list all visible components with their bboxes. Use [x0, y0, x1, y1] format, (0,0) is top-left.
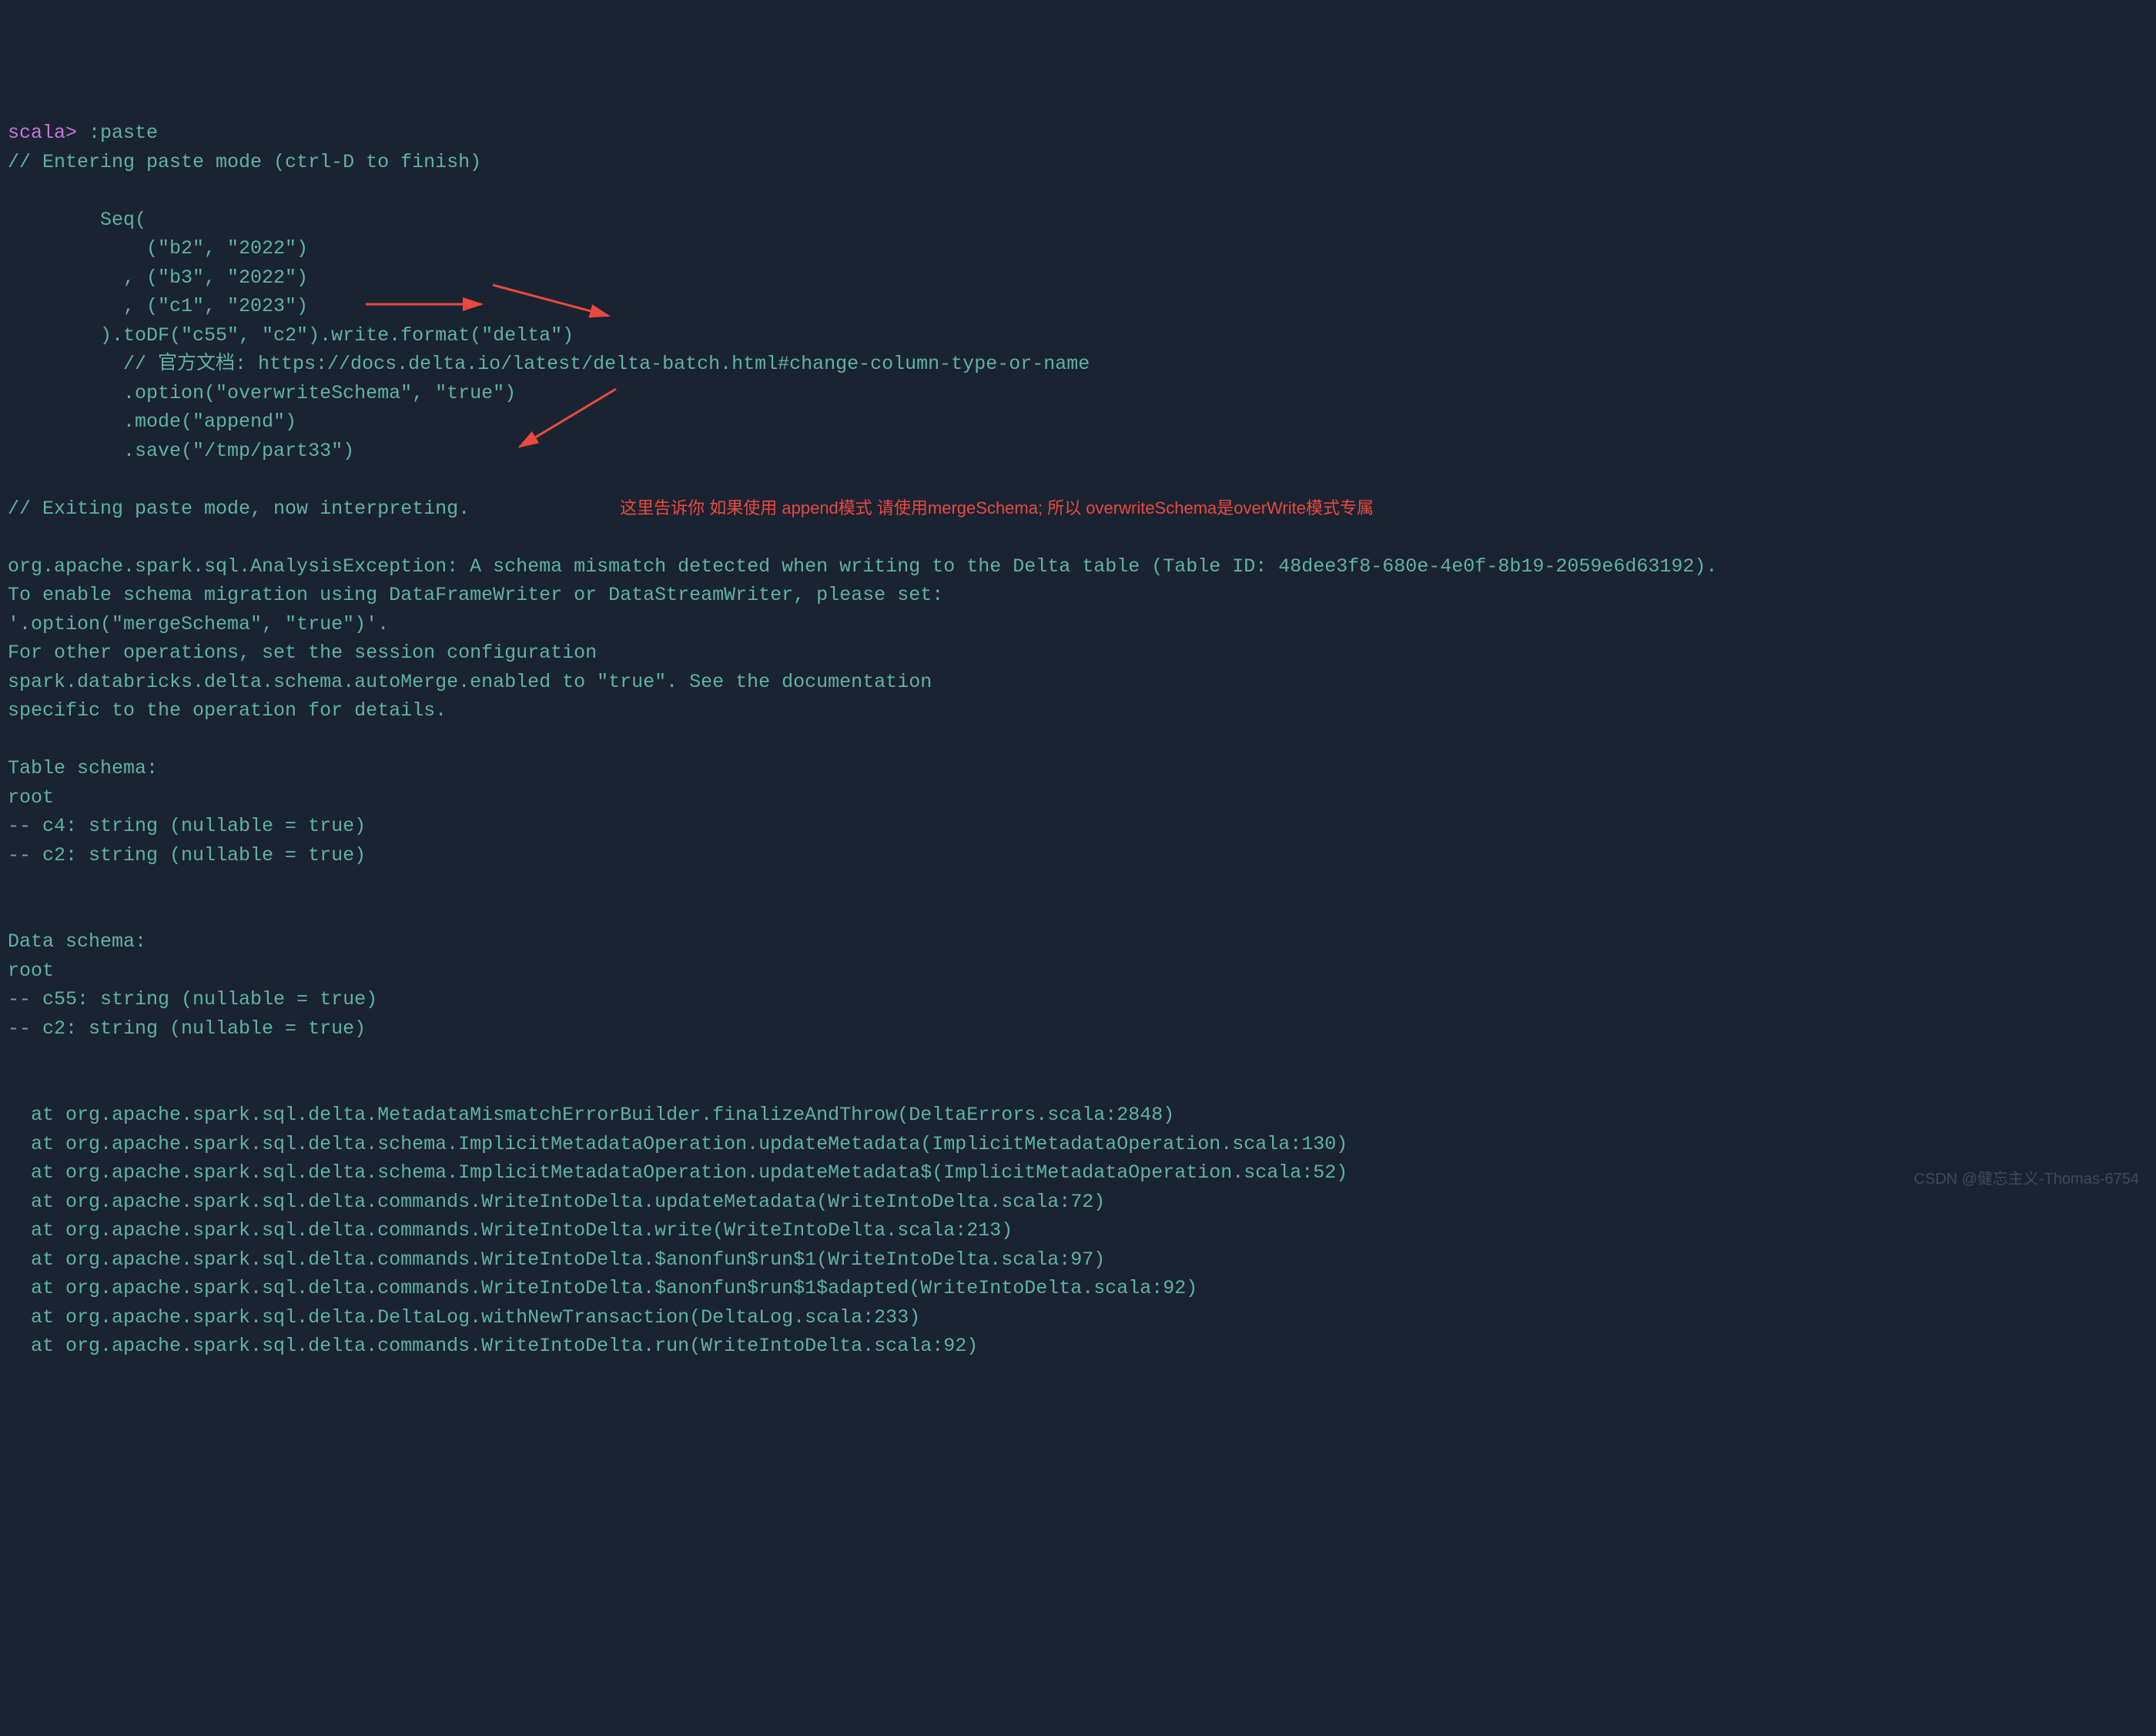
schema-line: -- c4: string (nullable = true)	[8, 815, 366, 837]
terminal-output: scala> :paste // Entering paste mode (ct…	[8, 119, 2148, 1361]
stacktrace-line: at org.apache.spark.sql.delta.commands.W…	[8, 1219, 1013, 1242]
error-line: specific to the operation for details.	[8, 699, 447, 722]
stacktrace-line: at org.apache.spark.sql.delta.schema.Imp…	[8, 1133, 1348, 1155]
code-line: // Entering paste mode (ctrl-D to finish…	[8, 151, 481, 173]
error-line: org.apache.spark.sql.AnalysisException: …	[8, 555, 1717, 578]
schema-line: -- c2: string (nullable = true)	[8, 844, 366, 866]
schema-line: -- c55: string (nullable = true)	[8, 988, 377, 1010]
error-line: spark.databricks.delta.schema.autoMerge.…	[8, 671, 932, 693]
error-line: For other operations, set the session co…	[8, 642, 597, 664]
code-line: , ("c1", "2023")	[8, 295, 308, 317]
stacktrace-line: at org.apache.spark.sql.delta.schema.Imp…	[8, 1161, 1348, 1184]
code-line: .mode("append")	[8, 411, 296, 433]
stacktrace-line: at org.apache.spark.sql.delta.commands.W…	[8, 1335, 978, 1357]
code-line: ("b2", "2022")	[8, 237, 308, 260]
code-line: ).toDF("c55", "c2").write.format("delta"…	[8, 324, 574, 347]
stacktrace-line: at org.apache.spark.sql.delta.commands.W…	[8, 1191, 1105, 1213]
stacktrace-line: at org.apache.spark.sql.delta.MetadataMi…	[8, 1104, 1174, 1126]
error-line: '.option("mergeSchema", "true")'.	[8, 613, 389, 635]
schema-line: -- c2: string (nullable = true)	[8, 1017, 366, 1040]
schema-line: root	[8, 786, 54, 809]
watermark: CSDN @健忘主义-Thomas-6754	[1913, 1168, 2139, 1191]
schema-line: Table schema:	[8, 757, 158, 779]
code-line: // 官方文档: https://docs.delta.io/latest/de…	[8, 353, 1090, 375]
code-line: Seq(	[8, 209, 146, 231]
code-line: .save("/tmp/part33")	[8, 440, 354, 462]
schema-line: root	[8, 960, 54, 982]
code-line: // Exiting paste mode, now interpreting.	[8, 498, 470, 520]
stacktrace-line: at org.apache.spark.sql.delta.commands.W…	[8, 1248, 1105, 1271]
user-annotation: 这里告诉你 如果使用 append模式 请使用mergeSchema; 所以 o…	[620, 498, 1374, 518]
error-line: To enable schema migration using DataFra…	[8, 584, 943, 606]
stacktrace-line: at org.apache.spark.sql.delta.DeltaLog.w…	[8, 1306, 920, 1329]
repl-prompt: scala>	[8, 122, 77, 144]
stacktrace-line: at org.apache.spark.sql.delta.commands.W…	[8, 1277, 1197, 1299]
repl-command: :paste	[89, 122, 158, 144]
code-line: , ("b3", "2022")	[8, 266, 308, 289]
code-line: .option("overwriteSchema", "true")	[8, 382, 516, 404]
schema-line: Data schema:	[8, 930, 146, 953]
